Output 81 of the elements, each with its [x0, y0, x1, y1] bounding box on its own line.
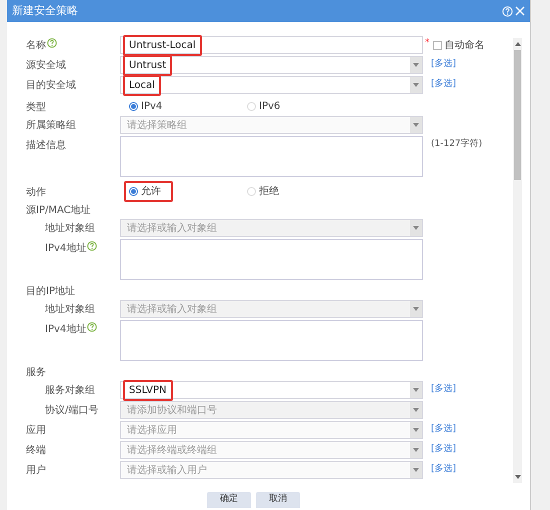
field-value: Local: [123, 74, 161, 96]
checkbox[interactable]: [432, 41, 442, 50]
radio-option[interactable]: 允许: [124, 180, 173, 202]
multi-select-link[interactable]: [多选]: [431, 423, 456, 436]
caret-icon: [413, 63, 419, 67]
text-area[interactable]: [120, 239, 423, 280]
caret-icon: [413, 428, 419, 432]
field-label: IPv4地址: [45, 242, 86, 256]
placeholder-text: 请选择或输入用户: [127, 464, 207, 478]
dropdown-button[interactable]: [410, 117, 422, 133]
caret-icon: [413, 226, 419, 230]
scrollbar-thumb[interactable]: [514, 50, 521, 180]
field-label: 类型: [26, 100, 46, 114]
scrollbar[interactable]: [513, 38, 522, 483]
dropdown-field[interactable]: Untrust: [120, 56, 423, 74]
placeholder-text: 请选择或输入对象组: [127, 222, 217, 236]
help-icon[interactable]: [87, 322, 98, 332]
field-label: 目的安全域: [26, 78, 76, 93]
field-label: 服务对象组: [45, 384, 95, 398]
caret-icon: [413, 307, 419, 311]
dialog-title: 新建安全策略: [12, 2, 79, 19]
scroll-down-icon[interactable]: [514, 475, 520, 479]
radio-option[interactable]: IPv4: [124, 96, 168, 116]
required-mark: *: [425, 39, 430, 48]
text-area[interactable]: [120, 136, 423, 177]
caret-icon: [413, 448, 419, 452]
dropdown-button[interactable]: [410, 57, 422, 73]
scroll-up-icon[interactable]: [514, 42, 520, 46]
multi-select-link[interactable]: [多选]: [431, 78, 456, 92]
field-label: 描述信息: [26, 138, 66, 153]
help-icon[interactable]: [87, 241, 98, 251]
field-label: IPv4地址: [45, 322, 86, 337]
dropdown-button[interactable]: [410, 442, 422, 458]
dialog-button[interactable]: 确定: [207, 492, 251, 508]
length-hint: (1-127字符): [431, 138, 482, 151]
multi-select-link[interactable]: [多选]: [431, 463, 456, 476]
placeholder-text: 请选择或输入对象组: [127, 302, 217, 316]
caret-icon: [413, 468, 419, 472]
placeholder-text: 请选择终端或终端组: [127, 444, 217, 458]
multi-select-link[interactable]: [多选]: [431, 443, 456, 456]
field-label: 终端: [26, 444, 46, 458]
dialog-button[interactable]: 取消: [256, 492, 300, 508]
caret-icon: [413, 388, 419, 392]
field-value: SSLVPN: [123, 380, 173, 400]
field-label: 名称: [26, 39, 46, 53]
dropdown-field[interactable]: Local: [120, 76, 423, 94]
section-label: 源IP/MAC地址: [26, 204, 91, 218]
placeholder-text: 请选择策略组: [127, 118, 187, 132]
field-label: 协议/端口号: [45, 404, 98, 418]
caret-icon: [413, 83, 419, 87]
help-icon[interactable]: [47, 38, 57, 48]
field-label: 所属策略组: [26, 118, 76, 133]
name-input-field[interactable]: Untrust-Local: [120, 36, 423, 54]
placeholder-text: 请选择应用: [127, 424, 177, 438]
radio-option[interactable]: 拒绝: [242, 180, 284, 202]
multi-select-link[interactable]: [多选]: [431, 383, 456, 396]
caret-icon: [413, 123, 419, 127]
field-label: 应用: [26, 424, 46, 438]
field-label: 动作: [26, 186, 46, 200]
dropdown-button[interactable]: [410, 382, 422, 398]
dropdown-field[interactable]: SSLVPN: [120, 381, 423, 399]
dropdown-button[interactable]: [410, 462, 422, 478]
dropdown-field[interactable]: 请选择应用: [120, 421, 423, 439]
dropdown-field[interactable]: 请选择策略组: [120, 116, 423, 134]
close-icon[interactable]: [515, 6, 525, 16]
field-label: 源安全域: [26, 58, 66, 73]
field-label: 地址对象组: [45, 222, 95, 236]
dropdown-button[interactable]: [410, 422, 422, 438]
checkbox-label: 自动命名: [444, 39, 484, 53]
dropdown-field[interactable]: 请选择或输入用户: [120, 461, 423, 479]
dropdown-field[interactable]: 请选择终端或终端组: [120, 441, 423, 459]
dropdown-button[interactable]: [410, 77, 422, 93]
field-label: 用户: [26, 464, 46, 478]
section-label: 目的IP地址: [26, 284, 75, 299]
multi-select-link[interactable]: [多选]: [431, 58, 456, 72]
placeholder-text: 请添加协议和端口号: [127, 404, 217, 418]
text-area[interactable]: [120, 320, 423, 361]
section-label: 服务: [26, 366, 46, 380]
caret-icon: [413, 408, 419, 412]
radio-option[interactable]: IPv6: [242, 96, 286, 116]
field-label: 地址对象组: [45, 302, 95, 317]
